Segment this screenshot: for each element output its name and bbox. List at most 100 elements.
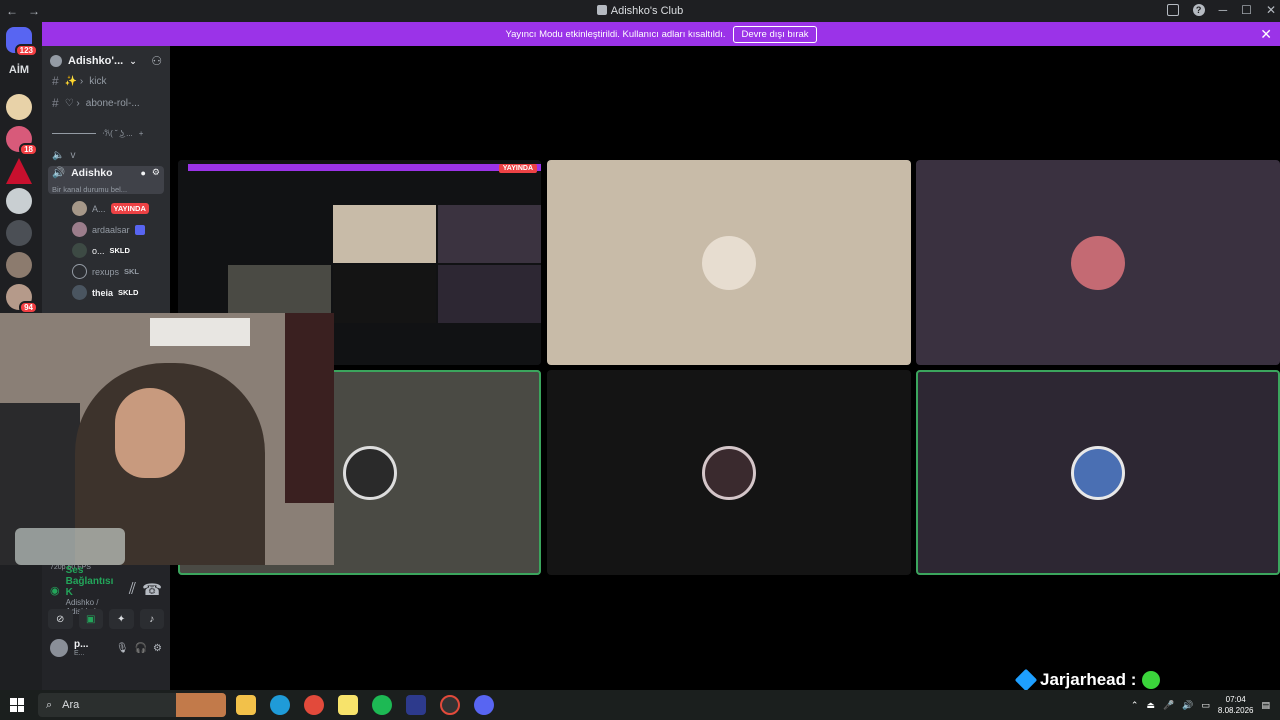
file-explorer-icon[interactable] <box>236 695 256 715</box>
ac-unit <box>150 318 250 346</box>
channel-kick[interactable]: # ✨ › kick <box>42 70 170 92</box>
discord-icon[interactable] <box>474 695 494 715</box>
notes-icon[interactable] <box>338 695 358 715</box>
guild-avatar-5[interactable] <box>6 220 32 246</box>
mic-tray-icon[interactable]: 🎤 <box>1163 700 1174 711</box>
live-badge: YAYINDA <box>110 203 149 214</box>
activities-button[interactable]: ✦ <box>109 609 134 629</box>
help-icon[interactable]: ? <box>1192 4 1205 16</box>
participant-tile[interactable] <box>916 160 1280 365</box>
chat-icon[interactable]: ● <box>140 168 145 178</box>
settings-gear-icon[interactable]: ⚙ <box>153 643 162 654</box>
frog-emote-icon <box>1142 671 1161 689</box>
voice-connected-label[interactable]: Ses Bağlantısı K <box>66 565 123 598</box>
avatar <box>1071 445 1125 500</box>
edge-icon[interactable] <box>270 695 290 715</box>
member-name: o... <box>92 245 105 256</box>
taskbar-search[interactable]: ⌕ Ara <box>38 693 226 717</box>
avatar <box>342 445 397 500</box>
member-row[interactable]: ardaalsar <box>42 219 170 240</box>
disable-streamer-mode-button[interactable]: Devre dışı bırak <box>733 25 817 43</box>
gear-icon[interactable]: ⚙ <box>152 167 160 178</box>
add-user-icon[interactable]: ⚇ <box>151 54 162 68</box>
voice-channel-adishko[interactable]: 🔊 Adishko ● ⚙ Bir kanal durumu bel... <box>48 166 164 194</box>
soundboard-button[interactable]: ♪ <box>139 609 164 629</box>
noise-suppression-icon[interactable]: ⫽ <box>129 581 136 599</box>
avatar[interactable] <box>50 639 68 657</box>
webcam-overlay <box>0 313 334 565</box>
speaker-active-icon: 🔊 <box>52 167 66 179</box>
maximize-icon[interactable]: ☐ <box>1241 3 1252 17</box>
avatar <box>1071 235 1125 290</box>
member-row[interactable]: A... YAYINDA <box>42 198 170 219</box>
guild-avatar-6[interactable] <box>6 252 32 278</box>
avatar <box>702 445 756 500</box>
member-row[interactable]: theia SKLD <box>42 282 170 303</box>
screen-share-button[interactable]: ▣ <box>78 609 103 629</box>
participant-tile[interactable] <box>547 370 911 575</box>
network-icon[interactable]: ▭ <box>1201 700 1210 711</box>
search-highlight-image <box>176 693 226 717</box>
spotify-icon[interactable] <box>372 695 392 715</box>
guild-tag: SKL <box>124 267 140 276</box>
minimize-icon[interactable]: ─ <box>1219 3 1228 17</box>
date: 8.08.2026 <box>1217 706 1254 715</box>
guild-badge-18: 18 <box>19 143 38 156</box>
clock[interactable]: 07:04 8.08.2026 <box>1218 694 1254 716</box>
home-button[interactable]: 123 <box>6 27 38 57</box>
preview-banner <box>188 164 541 171</box>
channel-name: kick <box>89 75 107 87</box>
recorder-icon[interactable] <box>440 695 460 715</box>
cube-icon <box>1014 668 1038 692</box>
inbox-icon[interactable] <box>1166 4 1179 16</box>
avatar <box>72 222 87 237</box>
channel-status[interactable]: Bir kanal durumu bel... <box>52 185 127 194</box>
camera-off-button[interactable]: ⊘ <box>48 609 73 629</box>
voice-channel-name: v <box>70 149 76 161</box>
member-row[interactable]: o... SKLD <box>42 240 170 261</box>
add-channel-icon[interactable]: + <box>139 129 144 138</box>
participant-tile[interactable] <box>547 160 911 365</box>
windows-start-icon[interactable] <box>10 698 24 712</box>
participant-tile-speaking[interactable] <box>916 370 1280 575</box>
windows-taskbar: ⌕ Ara ⌃ ⏏ 🎤 🔊 ▭ 07:04 8.08.2026 ▤ <box>0 690 1280 720</box>
guild-avatar-3[interactable] <box>6 158 32 184</box>
signal-icon: ◉ <box>50 584 60 597</box>
preview-tile <box>438 265 541 323</box>
window-controls: ? ─ ☐ ✕ <box>1166 3 1276 17</box>
notification-icon[interactable]: ▤ <box>1261 700 1270 711</box>
chevron-up-icon[interactable]: ⌃ <box>1131 700 1139 711</box>
guild-aim[interactable]: AİM <box>4 64 34 76</box>
title-bar: ← → Adishko's Club ? ─ ☐ ✕ <box>0 0 1280 22</box>
banner-close-icon[interactable]: ✕ <box>1260 26 1272 43</box>
guild-tag: SKLD <box>109 246 130 255</box>
live-badge: YAYINDA <box>498 164 537 173</box>
category-row[interactable]: ⋅𐙚( ͏˘ ͜ʖ ... + <box>42 122 170 144</box>
taskbar-apps <box>236 695 494 715</box>
banner-message: Yayıncı Modu etkinleştirildi. Kullanıcı … <box>505 28 726 40</box>
system-tray: ⌃ ⏏ 🎤 🔊 ▭ 07:04 8.08.2026 ▤ <box>1131 690 1270 720</box>
chrome-icon[interactable] <box>304 695 324 715</box>
overlay-username: Jarjarhead : <box>1040 670 1137 689</box>
disconnect-icon[interactable]: ☎ <box>142 580 162 600</box>
hash-icon: # <box>52 74 59 88</box>
app-icon[interactable] <box>406 695 426 715</box>
voice-stage: YAYINDA <box>170 46 1280 690</box>
member-row[interactable]: rexups SKL <box>42 261 170 282</box>
avatar <box>702 235 756 290</box>
jar-shape <box>15 528 125 565</box>
search-icon: ⌕ <box>46 698 53 711</box>
headphones-icon[interactable]: 🎧 <box>135 643 147 654</box>
usb-icon[interactable]: ⏏ <box>1146 700 1155 711</box>
channel-prefix: ♡ › <box>64 97 80 109</box>
channel-abone-rol[interactable]: # ♡ › abone-rol-... <box>42 92 170 114</box>
close-icon[interactable]: ✕ <box>1266 3 1276 17</box>
channel-prefix: ✨ › <box>64 75 84 87</box>
volume-icon[interactable]: 🔊 <box>1182 700 1193 711</box>
voice-channel-v[interactable]: 🔈 v <box>42 144 170 166</box>
guild-avatar-2[interactable]: 18 <box>6 126 38 156</box>
mic-icon[interactable]: 🎙 <box>116 643 129 654</box>
guild-avatar-7[interactable]: 94 <box>6 284 38 314</box>
guild-avatar-4[interactable] <box>6 188 32 214</box>
guild-avatar-1[interactable] <box>6 94 32 120</box>
